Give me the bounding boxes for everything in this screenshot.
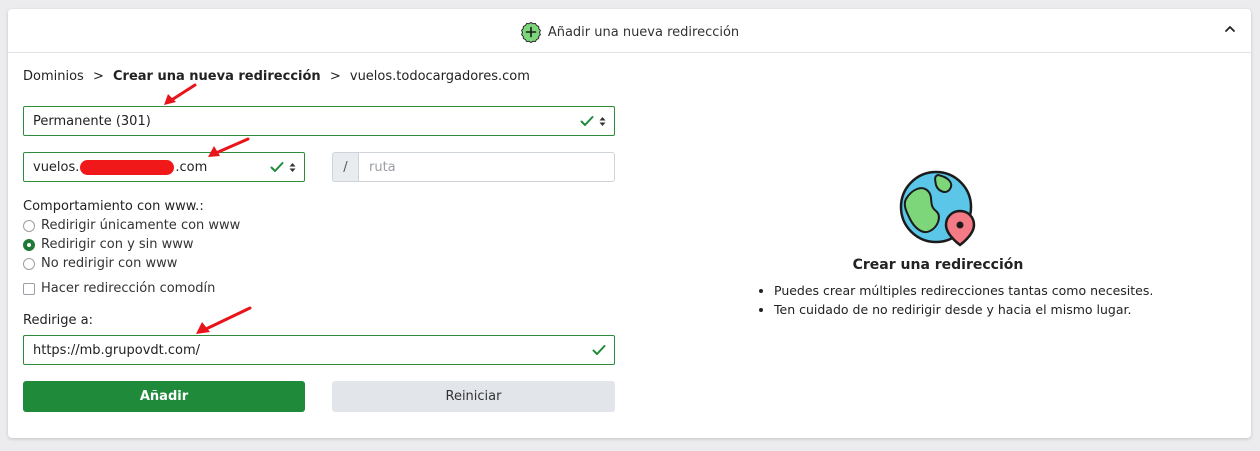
breadcrumb: Dominios > Crear una nueva redirección >… [23, 69, 530, 84]
globe-location-icon [899, 170, 976, 247]
path-prefix-slash: / [332, 152, 358, 182]
radio-button[interactable] [23, 219, 35, 232]
wildcard-label: Hacer redirección comodín [41, 281, 216, 296]
info-title: Crear una redirección [852, 257, 1024, 273]
header-title-group[interactable]: Añadir una nueva redirección [8, 21, 1251, 43]
source-suffix: .com [175, 159, 208, 175]
breadcrumb-domain: vuelos.todocargadores.com [349, 69, 530, 84]
valid-check-icon [270, 162, 284, 172]
add-button[interactable]: Añadir [23, 381, 305, 412]
breadcrumb-root[interactable]: Dominios [23, 69, 84, 84]
target-label: Redirige a: [23, 313, 93, 328]
www-behavior-label: Comportamiento con www.: [23, 199, 204, 214]
header-title: Añadir una nueva redirección [547, 24, 740, 40]
radio-no-www[interactable]: No redirigir con www [23, 256, 177, 271]
redirect-type-select[interactable]: Permanente (301) [23, 106, 615, 136]
radio-www-only[interactable]: Redirigir únicamente con www [23, 218, 240, 233]
valid-check-icon [592, 345, 606, 355]
radio-label: Redirigir únicamente con www [41, 218, 241, 233]
wildcard-checkbox[interactable] [23, 282, 35, 295]
card-header[interactable]: Añadir una nueva redirección [8, 9, 1251, 53]
reset-button[interactable]: Reiniciar [332, 381, 615, 412]
radio-with-and-without-www[interactable]: Redirigir con y sin www [23, 237, 194, 252]
breadcrumb-separator: > [92, 69, 104, 84]
target-url-value: https://mb.grupovdt.com/ [33, 342, 201, 358]
breadcrumb-current: Crear una nueva redirección [113, 69, 321, 84]
path-input[interactable] [358, 152, 615, 182]
source-prefix: vuelos. [33, 159, 80, 175]
add-circle-icon [520, 21, 541, 43]
breadcrumb-separator: > [329, 69, 341, 84]
info-list: Puedes crear múltiples redirecciones tan… [774, 283, 1153, 321]
redacted-mark [80, 159, 175, 175]
radio-button[interactable] [23, 257, 35, 270]
redirect-type-value: Permanente (301) [33, 113, 151, 129]
select-arrows-icon [289, 162, 296, 172]
wildcard-checkbox-row[interactable]: Hacer redirección comodín [23, 281, 215, 296]
target-url-input[interactable]: https://mb.grupovdt.com/ [23, 335, 615, 365]
radio-label: No redirigir con www [41, 256, 178, 271]
valid-check-icon [580, 116, 594, 126]
info-bullet: Puedes crear múltiples redirecciones tan… [774, 283, 1153, 298]
radio-button-selected[interactable] [23, 238, 35, 251]
source-domain-select[interactable]: vuelos. .com [23, 152, 305, 182]
chevron-up-icon[interactable] [1223, 22, 1237, 36]
info-bullet: Ten cuidado de no redirigir desde y haci… [774, 302, 1153, 317]
redirect-card: Añadir una nueva redirección Dominios > … [8, 9, 1251, 438]
select-arrows-icon [599, 116, 606, 126]
radio-label: Redirigir con y sin www [41, 237, 194, 252]
